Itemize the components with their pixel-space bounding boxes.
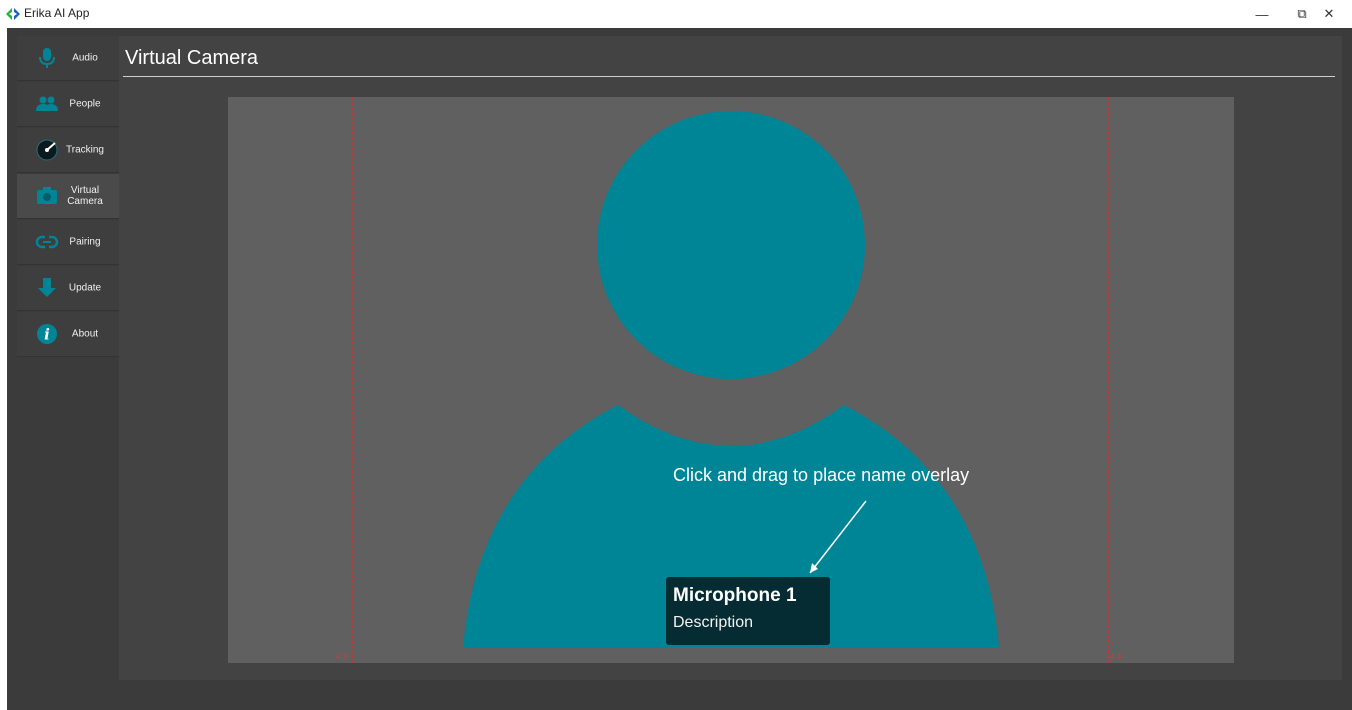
sidebar-item-label: People	[69, 98, 101, 110]
sidebar-item-label: About	[71, 328, 99, 340]
sidebar-item-people[interactable]: People	[17, 82, 119, 127]
drag-hint-text: Click and drag to place name overlay	[673, 465, 970, 485]
app-window: Audio People Tracking Virtual Camera Pai…	[7, 28, 1352, 710]
aspect-ratio-label: 4:3	[336, 652, 348, 661]
close-button[interactable]: ✕	[1306, 0, 1352, 28]
sidebar-item-audio[interactable]: Audio	[17, 36, 119, 81]
svg-text:i: i	[44, 326, 50, 344]
sidebar-item-label: Tracking	[66, 144, 104, 156]
sidebar: Audio People Tracking Virtual Camera Pai…	[17, 36, 119, 388]
aspect-guide-left	[352, 97, 353, 663]
sidebar-item-label: Pairing	[69, 236, 101, 248]
camera-preview[interactable]: 4:3 4:3 Click and drag to place name ove…	[228, 97, 1234, 663]
sidebar-item-virtual-camera[interactable]: Virtual Camera	[17, 174, 119, 219]
title-bar: Erika AI App — ⧉ ✕	[0, 0, 1352, 28]
sidebar-item-label: Update	[68, 282, 102, 294]
title-divider	[123, 76, 1335, 77]
page-title: Virtual Camera	[125, 47, 259, 69]
name-overlay[interactable]: Microphone 1 Description	[666, 577, 830, 645]
overlay-description: Description	[673, 614, 754, 631]
overlay-name: Microphone 1	[673, 585, 797, 606]
sidebar-item-update[interactable]: Update	[17, 266, 119, 311]
aspect-ratio-label: 4:3	[1110, 652, 1122, 661]
aspect-guide-right	[1108, 97, 1109, 663]
sidebar-item-pairing[interactable]: Pairing	[17, 220, 119, 265]
sidebar-item-about[interactable]: i About	[17, 312, 119, 357]
main-panel: Virtual Camera 4:3 4:3 Click and drag to…	[119, 36, 1342, 680]
app-title: Erika AI App	[24, 6, 90, 20]
app-logo-icon	[6, 8, 20, 20]
sidebar-item-label: Virtual Camera	[67, 185, 103, 207]
sidebar-item-label: Audio	[72, 52, 98, 64]
sidebar-item-tracking[interactable]: Tracking	[17, 128, 119, 173]
